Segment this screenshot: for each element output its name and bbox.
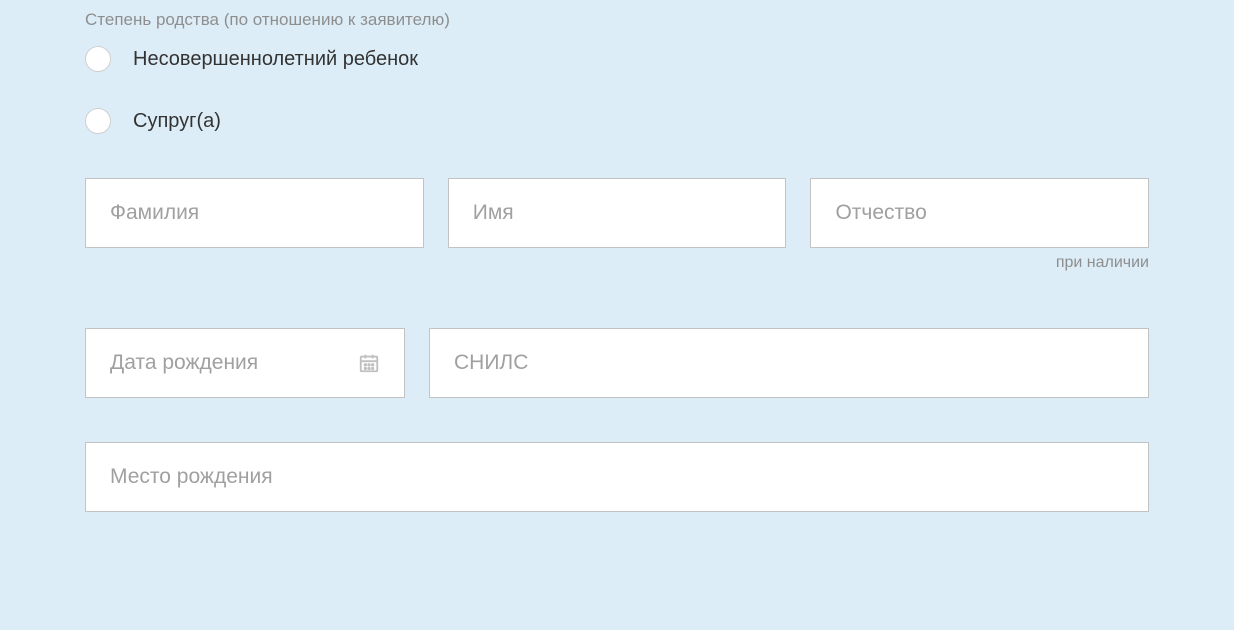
name-field-container xyxy=(448,178,787,248)
relationship-form: Степень родства (по отношению к заявител… xyxy=(85,10,1149,512)
patronymic-hint: при наличии xyxy=(810,254,1149,272)
radio-option-spouse[interactable]: Супруг(а) xyxy=(85,108,1149,134)
radio-label: Супруг(а) xyxy=(133,110,221,133)
radio-circle-icon xyxy=(85,46,111,72)
dob-snils-row xyxy=(85,328,1149,398)
patronymic-field-container xyxy=(810,178,1149,248)
pob-input[interactable] xyxy=(110,465,1124,489)
radio-label: Несовершеннолетний ребенок xyxy=(133,48,418,71)
name-row: при наличии xyxy=(85,178,1149,272)
patronymic-input[interactable] xyxy=(835,201,1124,225)
pob-field-container xyxy=(85,442,1149,512)
name-input[interactable] xyxy=(473,201,762,225)
dob-input[interactable] xyxy=(110,351,358,375)
snils-input[interactable] xyxy=(454,351,1124,375)
surname-input[interactable] xyxy=(110,201,399,225)
calendar-icon[interactable] xyxy=(358,352,380,374)
radio-circle-icon xyxy=(85,108,111,134)
patronymic-wrapper: при наличии xyxy=(810,178,1149,272)
pob-row xyxy=(85,442,1149,512)
snils-field-container xyxy=(429,328,1149,398)
dob-field-container xyxy=(85,328,405,398)
relationship-label: Степень родства (по отношению к заявител… xyxy=(85,10,1149,30)
relationship-radio-group: Несовершеннолетний ребенок Супруг(а) xyxy=(85,46,1149,134)
radio-option-minor-child[interactable]: Несовершеннолетний ребенок xyxy=(85,46,1149,72)
surname-field-container xyxy=(85,178,424,248)
